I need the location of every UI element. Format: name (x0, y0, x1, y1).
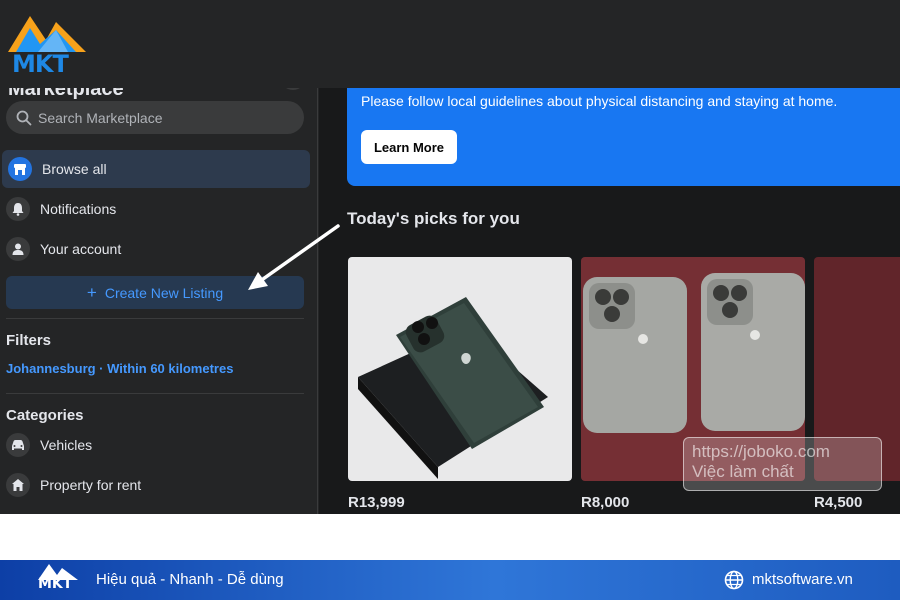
sidebar-header: Marketplace (4, 88, 314, 100)
sidebar-divider (6, 318, 304, 319)
top-band: MKT (0, 0, 900, 88)
product-card[interactable]: R13,999 (348, 257, 572, 511)
sidebar-title: Marketplace (8, 88, 124, 100)
filters-title: Filters (6, 332, 52, 349)
category-item-property-for-rent[interactable]: Property for rent (0, 466, 312, 504)
footer-website-link[interactable]: mktsoftware.vn (752, 571, 853, 588)
sidebar-item-label: Notifications (40, 201, 117, 217)
search-icon (16, 110, 32, 125)
category-item-vehicles[interactable]: Vehicles (0, 426, 312, 464)
search-input[interactable] (38, 109, 278, 126)
product-price: R13,999 (348, 494, 405, 511)
location-filter-link[interactable]: Johannesburg · Within 60 kilometres (6, 361, 233, 376)
mkt-footer: MKT Hiệu quả - Nhanh - Dễ dùng mktsoftwa… (0, 560, 900, 600)
watermark-url: https://joboko.com (692, 442, 830, 461)
sidebar-item-browse-all[interactable]: Browse all (2, 150, 310, 188)
sidebar-item-label: Your account (40, 241, 122, 257)
product-price: R4,500 (814, 494, 863, 511)
annotation-arrow-icon (248, 224, 340, 290)
learn-more-button[interactable]: Learn More (361, 130, 457, 164)
storefront-icon (8, 157, 32, 181)
joboko-watermark: https://joboko.com Việc làm chất (683, 437, 882, 491)
house-icon (6, 473, 30, 497)
globe-icon (724, 570, 744, 590)
mkt-logo-text: MKT (12, 50, 69, 78)
mkt-brand-logo: MKT (8, 8, 86, 80)
settings-gear-icon[interactable] (280, 88, 306, 90)
category-item-label: Vehicles (40, 437, 93, 453)
person-icon (6, 237, 30, 261)
categories-title: Categories (6, 407, 84, 424)
category-item-label: Property for rent (40, 477, 142, 493)
footer-logo-text: MKT (38, 576, 73, 592)
banner-subtitle: Please follow local guidelines about phy… (361, 93, 838, 109)
sidebar-divider (6, 393, 304, 394)
footer-slogan: Hiệu quả - Nhanh - Dễ dùng (96, 571, 284, 588)
car-icon (6, 433, 30, 457)
sidebar-item-label: Browse all (42, 161, 107, 177)
covid-info-banner: Please follow local guidelines about phy… (347, 88, 900, 186)
marketplace-sidebar: Marketplace Browse all Notifications You… (0, 88, 318, 514)
watermark-tagline: Việc làm chất (692, 462, 794, 481)
mkt-footer-logo: MKT (38, 562, 78, 598)
product-image[interactable] (348, 257, 572, 481)
bottom-white-strip (0, 514, 900, 560)
plus-icon: + (86, 282, 97, 302)
todays-picks-title: Today's picks for you (347, 209, 520, 228)
search-box[interactable] (6, 101, 304, 134)
product-price: R8,000 (581, 494, 630, 511)
bell-icon (6, 197, 30, 221)
create-listing-label: Create New Listing (104, 284, 224, 301)
